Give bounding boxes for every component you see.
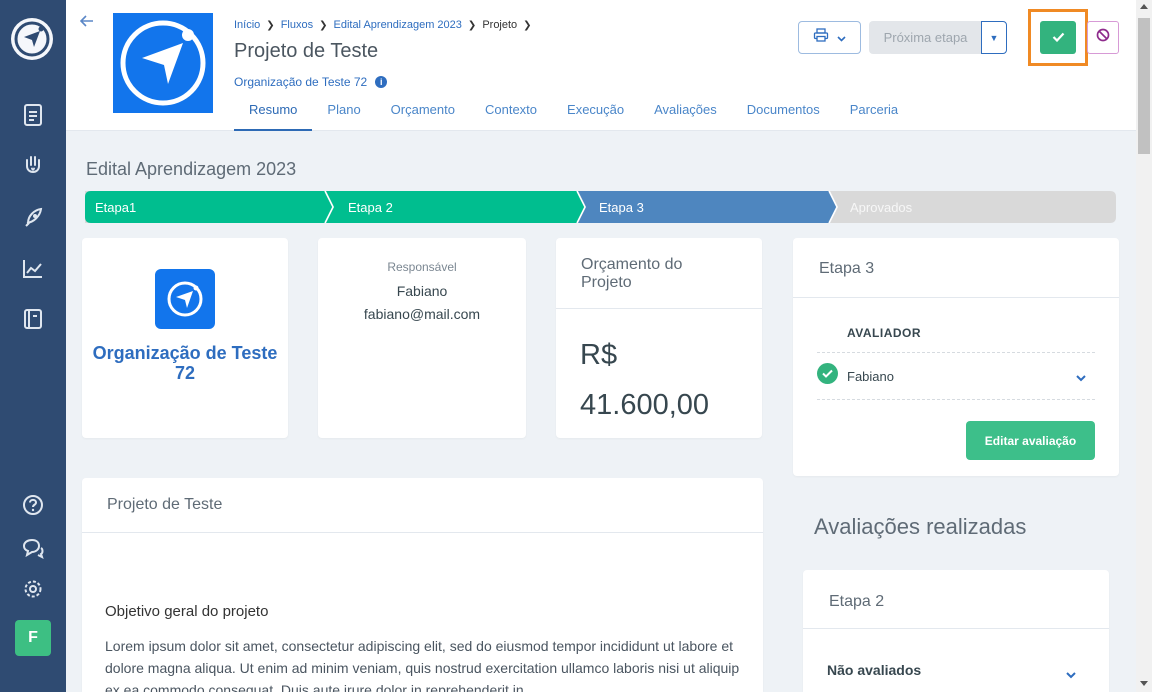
budget-title: Orçamento do Projeto <box>581 256 683 291</box>
evaluations-stage-title: Etapa 2 <box>829 593 885 610</box>
scrollbar[interactable] <box>1136 0 1152 692</box>
chevron-down-icon[interactable] <box>1076 369 1086 387</box>
block-icon <box>1096 28 1110 47</box>
tab-avaliacoes[interactable]: Avaliações <box>639 90 732 131</box>
chat-icon[interactable] <box>20 535 46 561</box>
help-icon[interactable] <box>20 492 46 518</box>
responsible-name: Fabiano <box>396 283 448 299</box>
stage-aprovados: Aprovados <box>850 199 913 215</box>
chevron-right-icon: ❯ <box>523 19 532 31</box>
organization-card: Organização de Teste 72 <box>82 238 288 438</box>
next-step-dropdown[interactable]: ▼ <box>981 21 1007 54</box>
hand-heart-icon[interactable] <box>20 153 46 179</box>
chevron-right-icon: ❯ <box>319 19 328 31</box>
scroll-thumb[interactable] <box>1138 18 1150 154</box>
back-arrow-icon[interactable] <box>79 14 94 33</box>
breadcrumb-edital[interactable]: Edital Aprendizagem 2023 <box>333 19 461 31</box>
chevron-down-icon[interactable] <box>1066 666 1076 684</box>
organization-link[interactable]: Organização de Teste 72 i <box>234 75 388 89</box>
chevron-down-icon <box>837 29 846 47</box>
caret-down-icon: ▼ <box>989 32 999 43</box>
evaluator-name: Fabiano <box>847 369 894 384</box>
chevron-right-icon: ❯ <box>467 19 477 31</box>
scroll-down-arrow-icon[interactable] <box>1140 681 1148 686</box>
chevron-right-icon: ❯ <box>266 19 275 31</box>
approve-button[interactable] <box>1040 21 1076 54</box>
info-icon[interactable]: i <box>375 76 388 88</box>
scroll-up-arrow-icon[interactable] <box>1140 4 1148 9</box>
organization-name[interactable]: Organização de Teste 72 <box>234 75 367 89</box>
chart-icon[interactable] <box>20 256 46 282</box>
responsible-card: Responsável Fabiano fabiano@mail.com <box>318 238 526 438</box>
stage-etapa3: Etapa 3 <box>599 199 644 215</box>
organization-card-name[interactable]: Organização de Teste 72 <box>82 343 288 383</box>
edital-title: Edital Aprendizagem 2023 <box>86 159 297 179</box>
sidebar: F <box>0 0 66 692</box>
responsible-label: Responsável <box>387 260 457 274</box>
print-button[interactable] <box>798 21 861 54</box>
stage-card-title: Etapa 3 <box>819 260 875 277</box>
breadcrumb: Início ❯ Fluxos ❯ Edital Aprendizagem 20… <box>234 19 532 31</box>
objective-title: Objetivo geral do projeto <box>105 603 269 620</box>
stage-etapa1: Etapa1 <box>95 199 137 215</box>
evaluations-stage-card: Etapa 2 Não avaliados <box>803 570 1109 692</box>
stage-evaluation-card: Etapa 3 AVALIADOR Fabiano Editar avaliaç… <box>793 238 1119 476</box>
stage-etapa2: Etapa 2 <box>348 199 393 215</box>
project-tabs: Resumo Plano Orçamento Contexto Execução… <box>234 90 913 131</box>
user-avatar[interactable]: F <box>15 620 51 656</box>
project-description-card: Projeto de Teste Objetivo geral do proje… <box>82 478 763 692</box>
edit-evaluation-button[interactable]: Editar avaliação <box>966 421 1095 460</box>
rocket-icon[interactable] <box>20 205 46 231</box>
check-circle-icon <box>817 363 838 384</box>
breadcrumb-fluxos[interactable]: Fluxos <box>281 19 313 31</box>
divider <box>556 308 762 309</box>
app-logo-icon[interactable] <box>11 18 53 60</box>
tab-documentos[interactable]: Documentos <box>732 90 835 131</box>
objective-text: Lorem ipsum dolor sit amet, consectetur … <box>105 638 740 692</box>
divider <box>82 532 763 533</box>
reject-button[interactable] <box>1087 21 1119 54</box>
divider <box>817 399 1095 400</box>
book-icon[interactable] <box>20 306 46 332</box>
tab-resumo[interactable]: Resumo <box>234 90 313 131</box>
page-title: Projeto de Teste <box>234 40 379 62</box>
tab-orcamento[interactable]: Orçamento <box>376 90 470 131</box>
tab-plano[interactable]: Plano <box>312 90 375 131</box>
document-icon[interactable] <box>20 102 46 128</box>
evaluator-header: AVALIADOR <box>847 326 922 340</box>
divider <box>803 628 1109 629</box>
budget-value: R$ 41.600,00 <box>580 339 710 421</box>
settings-icon[interactable] <box>20 576 46 602</box>
responsible-email: fabiano@mail.com <box>363 306 481 322</box>
stage-progress: Etapa1 Etapa 2 Etapa 3 Aprovados <box>85 191 1116 223</box>
description-title: Projeto de Teste <box>107 496 223 513</box>
not-evaluated-label[interactable]: Não avaliados <box>827 662 921 678</box>
project-logo <box>113 13 213 113</box>
tab-execucao[interactable]: Execução <box>552 90 639 131</box>
project-header: Início ❯ Fluxos ❯ Edital Aprendizagem 20… <box>66 0 1136 131</box>
tab-contexto[interactable]: Contexto <box>470 90 552 131</box>
organization-logo <box>155 269 215 329</box>
next-step-button[interactable]: Próxima etapa <box>869 21 982 54</box>
evaluations-title: Avaliações realizadas <box>814 514 1027 539</box>
breadcrumb-projeto: Projeto <box>482 19 518 31</box>
tab-parceria[interactable]: Parceria <box>835 90 913 131</box>
divider <box>793 297 1119 298</box>
budget-card: Orçamento do Projeto R$ 41.600,00 <box>556 238 762 438</box>
printer-icon <box>813 28 829 47</box>
breadcrumb-inicio[interactable]: Início <box>234 19 260 31</box>
check-icon <box>1052 29 1065 47</box>
divider <box>817 352 1095 353</box>
